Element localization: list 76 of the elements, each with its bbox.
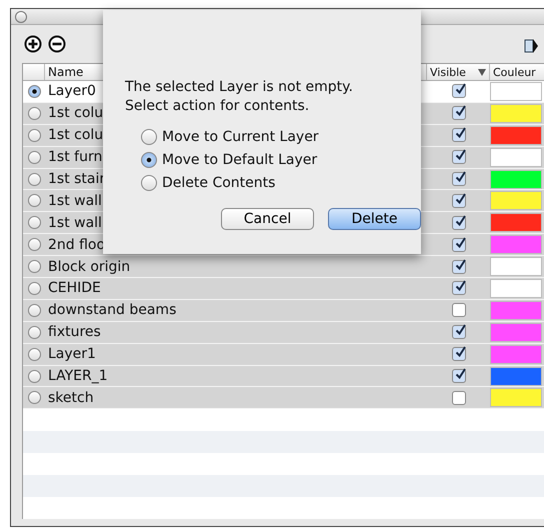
layer-name: CEHIDE [48, 280, 101, 296]
radio-button[interactable] [28, 370, 40, 383]
visible-checkbox[interactable] [452, 216, 466, 230]
layer-name: Block origin [48, 258, 130, 275]
dialog-button[interactable]: Delete [328, 208, 421, 230]
radio-button[interactable] [28, 391, 40, 404]
color-swatch[interactable] [490, 104, 542, 123]
radio-button[interactable] [141, 152, 157, 168]
layer-name: 1st wall [48, 192, 102, 209]
layer-name: 1st colu [48, 127, 104, 144]
color-swatch[interactable] [490, 322, 542, 342]
dialog-message: Select action for contents. [125, 97, 310, 116]
layer-name: 1st furn [48, 149, 102, 166]
layer-name: 1st colu [48, 105, 104, 122]
radio-button[interactable] [28, 194, 40, 208]
visible-checkbox[interactable] [452, 238, 466, 252]
option-label[interactable]: Move to Current Layer [162, 128, 319, 144]
export-icon[interactable] [524, 37, 538, 55]
visible-checkbox[interactable] [452, 150, 466, 164]
color-swatch[interactable] [490, 278, 542, 298]
visible-checkbox[interactable] [452, 84, 466, 98]
color-swatch[interactable] [490, 170, 542, 188]
radio-button[interactable] [28, 304, 40, 317]
layer-name: Layer0 [48, 83, 96, 100]
option-label[interactable]: Move to Default Layer [162, 152, 318, 168]
visible-checkbox[interactable] [452, 369, 466, 384]
layer-name: fixtures [48, 324, 101, 340]
remove-icon[interactable] [48, 35, 66, 53]
radio-button[interactable] [28, 238, 40, 252]
color-swatch[interactable] [490, 344, 542, 364]
color-swatch[interactable] [490, 148, 542, 167]
radio-button[interactable] [28, 348, 40, 361]
radio-button[interactable] [28, 260, 40, 274]
radio-button[interactable] [28, 216, 40, 230]
layer-name: LAYER_1 [48, 368, 108, 384]
color-swatch[interactable] [490, 213, 542, 232]
layer-name: sketch [48, 390, 94, 406]
visible-checkbox[interactable] [452, 194, 466, 208]
visible-checkbox[interactable] [452, 281, 466, 296]
layer-name: 1st wall [48, 214, 102, 231]
radio-button[interactable] [28, 84, 40, 98]
color-swatch[interactable] [490, 191, 542, 210]
visible-checkbox[interactable] [452, 303, 466, 318]
radio-button[interactable] [141, 128, 157, 144]
radio-button[interactable] [28, 172, 40, 186]
visible-checkbox[interactable] [452, 128, 466, 142]
column-header[interactable]: Couleur [490, 64, 544, 80]
close-button[interactable] [15, 10, 27, 22]
radio-button[interactable] [28, 128, 40, 142]
visible-checkbox[interactable] [452, 390, 466, 405]
visible-checkbox[interactable] [452, 106, 466, 120]
layer-name: Layer1 [48, 346, 96, 362]
color-swatch[interactable] [490, 366, 542, 386]
radio-button[interactable] [28, 106, 40, 120]
color-swatch[interactable] [490, 126, 542, 145]
visible-checkbox[interactable] [452, 172, 466, 186]
layer-name: 1st stair [48, 171, 106, 187]
sort-icon[interactable] [478, 68, 486, 76]
radio-button[interactable] [28, 150, 40, 164]
color-swatch[interactable] [490, 257, 542, 276]
option-label[interactable]: Delete Contents [162, 174, 276, 190]
visible-checkbox[interactable] [452, 325, 466, 340]
layer-name: downstand beams [48, 302, 176, 318]
dialog-button[interactable]: Cancel [221, 208, 314, 230]
radio-button[interactable] [141, 174, 157, 190]
radio-button[interactable] [28, 282, 40, 295]
add-icon[interactable] [24, 35, 42, 53]
radio-button[interactable] [28, 326, 40, 339]
color-swatch[interactable] [490, 300, 542, 320]
column-title: Visible [430, 66, 466, 78]
color-swatch[interactable] [490, 82, 542, 101]
color-swatch[interactable] [490, 388, 542, 408]
visible-checkbox[interactable] [452, 260, 466, 274]
visible-checkbox[interactable] [452, 347, 466, 362]
color-swatch[interactable] [490, 235, 542, 254]
dialog-message: The selected Layer is not empty. [125, 78, 354, 97]
